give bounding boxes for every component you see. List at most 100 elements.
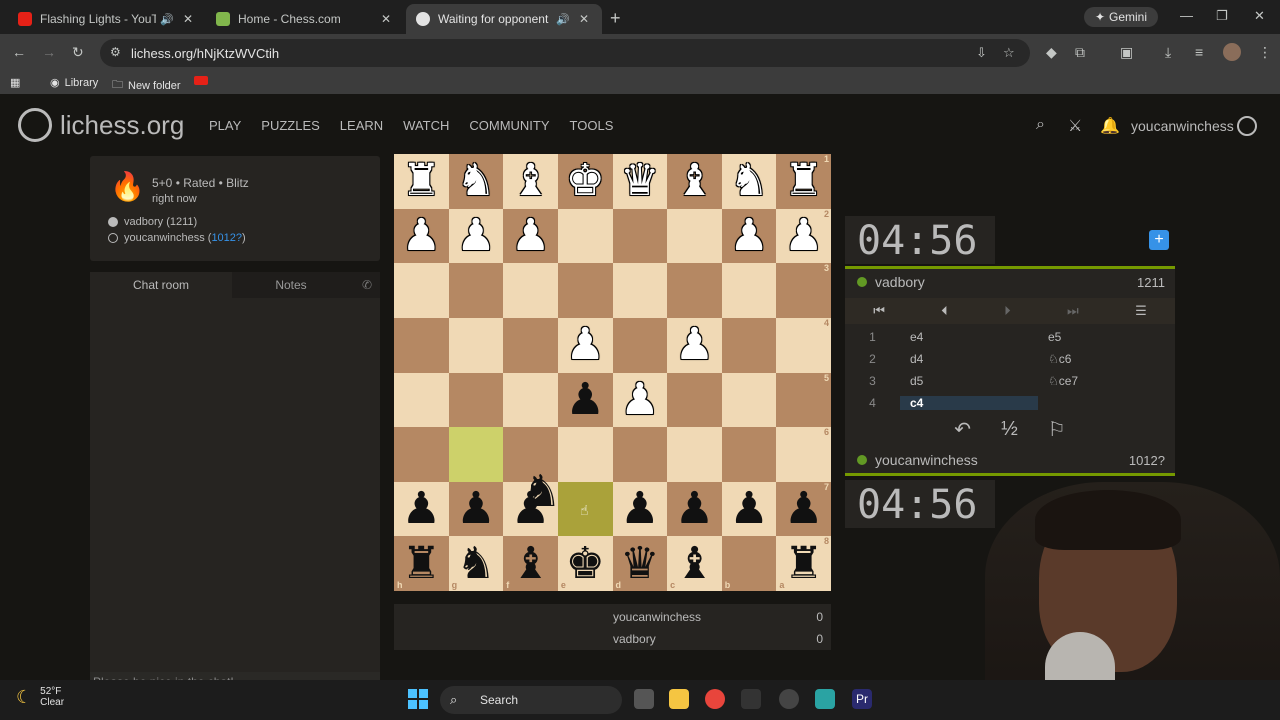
board-square[interactable]: ♜ h (394, 536, 449, 591)
board-square[interactable]: ♝ f (503, 536, 558, 591)
board-square[interactable] (721, 427, 777, 482)
board-square[interactable] (448, 427, 504, 482)
nav-community[interactable]: COMMUNITY (469, 118, 549, 133)
black-pawn-icon[interactable]: ♟ (729, 487, 768, 531)
last-move-icon[interactable]: ⏭ (1067, 303, 1079, 319)
file-explorer-icon[interactable] (669, 689, 689, 709)
close-tab-icon[interactable]: ✕ (180, 12, 196, 26)
tab-chesscom[interactable]: Home - Chess.com ✕ (206, 4, 404, 34)
nav-play[interactable]: PLAY (209, 118, 241, 133)
address-bar[interactable]: ⚙ lichess.org/hNjKtzWVCtih ⇩ ☆ (100, 39, 1030, 67)
maximize-icon[interactable]: ❐ (1216, 8, 1228, 24)
board-square[interactable]: ♟ (557, 372, 613, 428)
next-move-icon[interactable]: ⏵ (1004, 303, 1011, 319)
black-pawn-icon[interactable]: ♟ (402, 487, 441, 531)
white-king-icon[interactable]: ♚ (565, 159, 604, 203)
board-square[interactable] (394, 263, 449, 318)
black-bishop-icon[interactable]: ♝ (511, 541, 550, 586)
board-square[interactable] (557, 427, 613, 482)
black-move[interactable]: e5 (1038, 330, 1175, 344)
board-square[interactable]: ♜ (394, 154, 449, 209)
user-avatar-icon[interactable] (1237, 116, 1257, 136)
board-square[interactable]: ♟ (448, 208, 504, 264)
black-move[interactable]: ♘ce7 (1038, 374, 1175, 388)
extension-icon[interactable]: ◆ (1046, 44, 1057, 61)
black-pawn-icon[interactable]: ♟ (565, 377, 604, 422)
board-square[interactable]: ♟ 2 (776, 208, 831, 264)
board-square[interactable]: ♟ (394, 208, 449, 264)
puzzle-icon[interactable]: ⧉ (1075, 44, 1085, 61)
board-square[interactable]: ♞ (721, 154, 777, 209)
tab-youtube[interactable]: Flashing Lights - YouTube 🔊 ✕ (8, 4, 206, 34)
dragged-knight[interactable]: ♞ (522, 466, 561, 517)
white-pawn-icon[interactable]: ♟ (565, 323, 604, 367)
board-square[interactable] (557, 208, 613, 264)
first-move-icon[interactable]: ⏮ (873, 303, 885, 319)
white-rook-icon[interactable]: ♜ (784, 159, 823, 203)
notepad-icon[interactable] (815, 689, 835, 709)
white-bishop-icon[interactable]: ♝ (511, 159, 550, 203)
draw-offer-icon[interactable]: ½ (1001, 418, 1018, 441)
crosstable-name[interactable]: youcanwinchess (613, 610, 701, 624)
board-square[interactable]: 3 (776, 263, 831, 318)
apps-icon[interactable]: ▦ (10, 76, 20, 89)
bell-icon[interactable]: 🔔 (1100, 116, 1120, 136)
opponent-name[interactable]: vadbory (857, 274, 925, 290)
crosstable-name[interactable]: vadbory (613, 632, 656, 646)
add-time-button[interactable]: + (1149, 230, 1169, 250)
black-rook-icon[interactable]: ♜ (402, 541, 441, 586)
white-pawn-icon[interactable]: ♟ (675, 323, 714, 367)
media-controls-icon[interactable]: ≡ (1195, 44, 1203, 60)
board-square[interactable]: ♟ (612, 372, 668, 428)
bookmark-new-folder[interactable]: 🗀 New folder (112, 76, 181, 95)
menu-icon[interactable]: ☰ (1135, 303, 1147, 319)
board-square[interactable]: 4 (776, 317, 831, 373)
board-square[interactable]: ♞ (448, 154, 504, 209)
board-square[interactable]: ♟ (667, 317, 722, 373)
close-tab-icon[interactable]: ✕ (576, 12, 592, 26)
board-square[interactable]: b (721, 536, 777, 591)
white-bishop-icon[interactable]: ♝ (675, 159, 714, 203)
board-square[interactable] (557, 263, 613, 318)
board-square[interactable] (448, 317, 504, 373)
board-square[interactable] (503, 263, 558, 318)
bookmark-library[interactable]: ◉ Library (50, 76, 98, 90)
board-square[interactable]: ♚ e (557, 536, 613, 591)
board-square[interactable] (394, 427, 449, 482)
black-pawn-icon[interactable]: ♟ (456, 487, 495, 531)
board-square[interactable] (667, 427, 722, 482)
board-square[interactable] (394, 317, 449, 373)
board-square[interactable] (612, 317, 668, 373)
white-pawn-icon[interactable]: ♟ (620, 377, 659, 422)
board-square[interactable] (612, 427, 668, 482)
board-square[interactable]: ♟ (612, 481, 668, 537)
board-square[interactable]: ♟ (721, 208, 777, 264)
takeback-icon[interactable]: ↶ (954, 417, 971, 442)
back-icon[interactable]: ← (12, 44, 26, 60)
app-icon[interactable] (779, 689, 799, 709)
nav-tools[interactable]: TOOLS (570, 118, 614, 133)
board-square[interactable]: ♞ g (448, 536, 504, 591)
board-square[interactable]: ♛ d (612, 536, 668, 591)
reload-icon[interactable]: ↻ (72, 44, 84, 61)
profile-avatar[interactable] (1223, 43, 1241, 61)
search-icon[interactable]: ⌕ (1036, 116, 1045, 134)
white-pawn-icon[interactable]: ♟ (402, 213, 441, 258)
board-square[interactable]: ♟ (503, 208, 558, 264)
white-rook-icon[interactable]: ♜ (402, 159, 441, 203)
board-square[interactable] (667, 208, 722, 264)
menu-icon[interactable]: ⋮ (1258, 44, 1272, 61)
player-name[interactable]: youcanwinchess (857, 452, 978, 468)
black-player[interactable]: youcanwinchess (1012?) (108, 232, 246, 244)
board-square[interactable] (612, 263, 668, 318)
board-square[interactable] (503, 317, 558, 373)
nav-learn[interactable]: LEARN (340, 118, 383, 133)
board-square[interactable] (612, 208, 668, 264)
board-square[interactable]: ♛ (612, 154, 668, 209)
white-pawn-icon[interactable]: ♟ (784, 213, 823, 258)
board-square[interactable]: ♟ (557, 317, 613, 373)
black-move[interactable]: ♘c6 (1038, 352, 1175, 366)
swords-icon[interactable]: ⚔ (1068, 116, 1082, 136)
board-square[interactable]: ♟ (721, 481, 777, 537)
speaker-icon[interactable]: 🔊 (556, 13, 570, 26)
